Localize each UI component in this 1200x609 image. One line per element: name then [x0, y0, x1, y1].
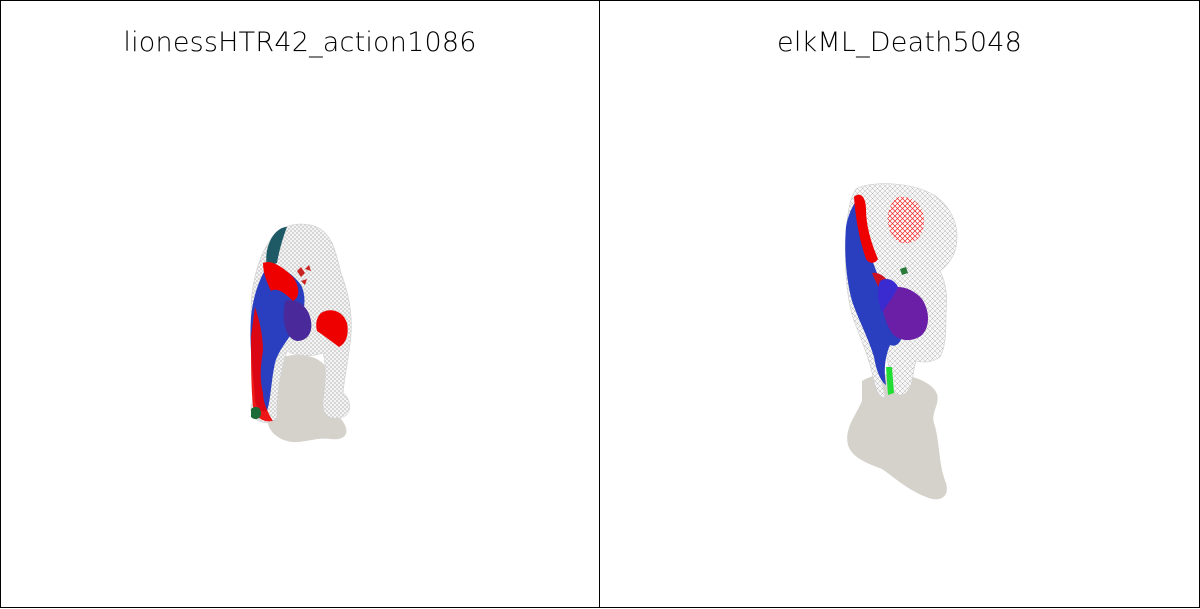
viewport-panel-right[interactable]: elkML_Death5048 [599, 0, 1200, 608]
viewport-grid: lionessHTR42_action1086 elkML_Death5048 [0, 0, 1200, 608]
elk-mesh-render [844, 183, 958, 500]
viewport-panel-left[interactable]: lionessHTR42_action1086 [0, 0, 600, 608]
lioness-mesh-render [250, 223, 352, 443]
mesh-green-paw [251, 406, 261, 420]
